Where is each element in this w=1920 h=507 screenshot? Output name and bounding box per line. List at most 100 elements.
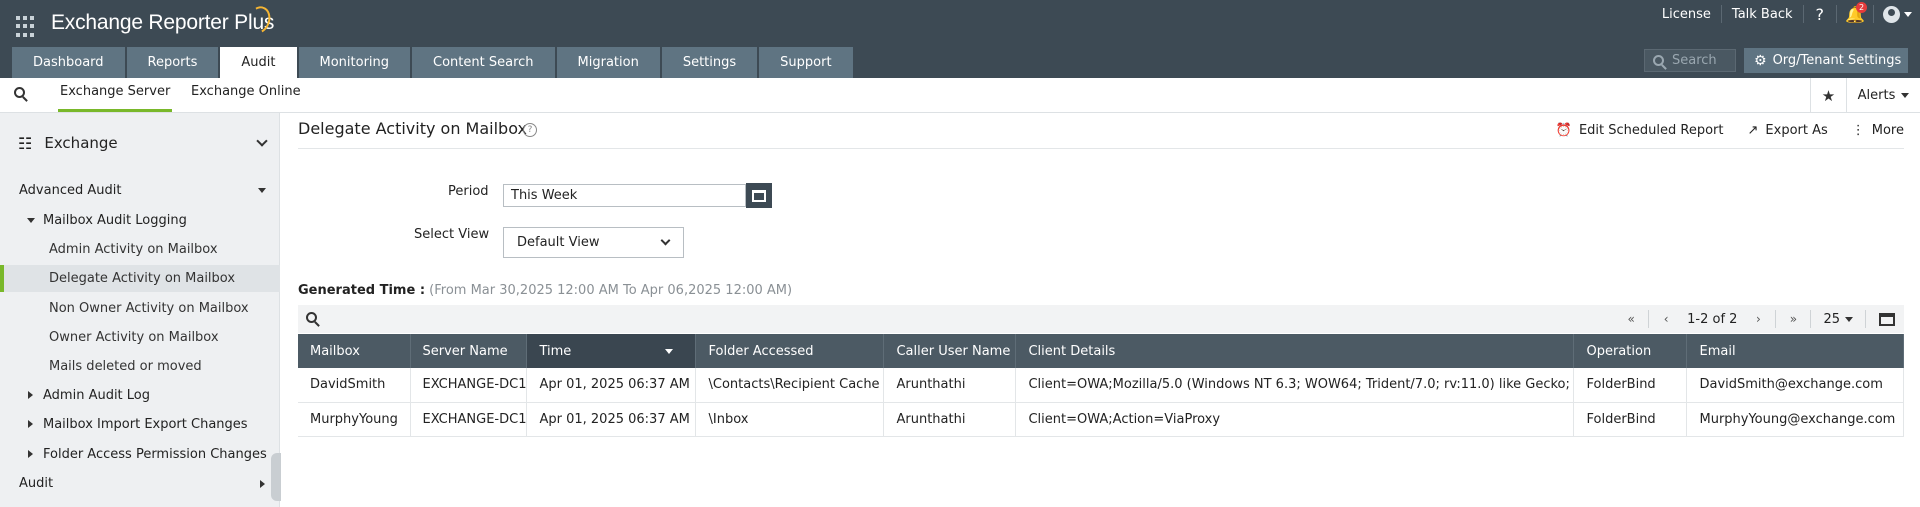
column-chooser-icon[interactable] (1870, 312, 1904, 326)
caret-right-icon (260, 480, 265, 488)
org-tenant-settings-button[interactable]: ⚙ Org/Tenant Settings (1744, 48, 1908, 73)
calendar-button[interactable] (746, 183, 772, 208)
col-caller-user-name[interactable]: Caller User Name (883, 334, 1017, 368)
cell-client-details: Client=OWA;Mozilla/5.0 (Windows NT 6.3; … (1015, 368, 1575, 403)
sidebar-item-label: Mailbox Audit Logging (43, 213, 187, 228)
caret-right-icon (28, 420, 33, 428)
subtab-exchange-server[interactable]: Exchange Server (58, 78, 173, 112)
pagination: « ‹ 1-2 of 2 › » 25 (1618, 305, 1904, 333)
prev-page-icon[interactable]: ‹ (1653, 309, 1679, 329)
favorite-star-icon[interactable]: ★ (1810, 78, 1846, 113)
chevron-down-icon (1903, 11, 1912, 17)
report-actions: ⏰ Edit Scheduled Report ↗ Export As ⋮ Mo… (1556, 113, 1904, 147)
table-search-icon[interactable] (306, 312, 317, 323)
sidebar-collapse-handle[interactable] (271, 453, 281, 501)
tab-reports[interactable]: Reports (126, 47, 219, 78)
sidebar-category-exchange[interactable]: ☷ Exchange (0, 128, 280, 158)
next-page-icon[interactable]: › (1745, 309, 1771, 329)
caret-right-icon (28, 391, 33, 399)
sidebar-item-label: Advanced Audit (19, 183, 122, 198)
col-client-details[interactable]: Client Details (1015, 334, 1575, 368)
subtab-exchange-online[interactable]: Exchange Online (191, 78, 301, 112)
org-tenant-settings-label: Org/Tenant Settings (1772, 53, 1902, 68)
edit-scheduled-report-button[interactable]: ⏰ Edit Scheduled Report (1556, 123, 1724, 138)
sidebar-item-owner-activity[interactable]: Owner Activity on Mailbox (0, 324, 280, 351)
page-info: 1-2 of 2 (1687, 311, 1738, 327)
period-input[interactable]: This Week (503, 184, 746, 207)
sidebar-item-admin-activity[interactable]: Admin Activity on Mailbox (0, 236, 280, 263)
alerts-label: Alerts (1857, 88, 1896, 103)
alerts-menu[interactable]: Alerts (1846, 78, 1920, 113)
cell-email: MurphyYoung@exchange.com (1686, 402, 1904, 437)
tab-dashboard[interactable]: Dashboard (12, 47, 125, 78)
help-icon[interactable]: ? (1804, 5, 1837, 24)
last-page-icon[interactable]: » (1780, 309, 1806, 329)
col-folder-accessed[interactable]: Folder Accessed (695, 334, 885, 368)
cell-caller-user-name: Arunthathi (883, 368, 1017, 403)
cell-client-details: Client=OWA;Action=ViaProxy (1015, 402, 1575, 437)
filter-search-icon[interactable] (14, 87, 25, 98)
sidebar-item-audit[interactable]: Audit (0, 470, 280, 497)
col-operation[interactable]: Operation (1573, 334, 1688, 368)
tab-settings[interactable]: Settings (661, 47, 758, 78)
col-server-name[interactable]: Server Name (410, 334, 528, 368)
user-menu[interactable] (1874, 5, 1920, 23)
chevron-down-icon (1901, 93, 1910, 98)
tab-content-search[interactable]: Content Search (412, 47, 555, 78)
generated-time-label: Generated Time : (298, 283, 426, 298)
table-row[interactable]: MurphyYoung EXCHANGE-DC1 Apr 01, 2025 06… (298, 402, 1904, 437)
chevron-down-icon (256, 135, 268, 147)
user-avatar-icon (1882, 5, 1900, 23)
col-mailbox[interactable]: Mailbox (298, 334, 411, 368)
sidebar-item-mails-deleted[interactable]: Mails deleted or moved (0, 353, 280, 380)
select-view-value: Default View (517, 235, 600, 250)
cell-time: Apr 01, 2025 06:37 AM (526, 368, 697, 403)
first-page-icon[interactable]: « (1618, 309, 1644, 329)
col-email[interactable]: Email (1686, 334, 1904, 368)
generated-time-range: (From Mar 30,2025 12:00 AM To Apr 06,202… (429, 283, 793, 298)
sidebar-item-label: Admin Audit Log (43, 388, 151, 403)
page-title: Delegate Activity on Mailbox (298, 119, 527, 138)
sidebar-item-non-owner-activity[interactable]: Non Owner Activity on Mailbox (0, 295, 280, 322)
tab-monitoring[interactable]: Monitoring (298, 47, 411, 78)
select-view-label: Select View (414, 227, 490, 242)
sidebar-item-mailbox-audit-logging[interactable]: Mailbox Audit Logging (0, 207, 280, 234)
help-icon[interactable]: ? (523, 123, 537, 137)
caret-right-icon (28, 450, 33, 458)
cell-mailbox: DavidSmith (298, 368, 411, 403)
sidebar-item-admin-audit-log[interactable]: Admin Audit Log (0, 382, 280, 409)
report-table: Mailbox Server Name Time Folder Accessed… (298, 334, 1904, 437)
table-header-row: Mailbox Server Name Time Folder Accessed… (298, 334, 1904, 368)
table-row[interactable]: DavidSmith EXCHANGE-DC1 Apr 01, 2025 06:… (298, 368, 1904, 403)
sidebar-item-folder-access-permission[interactable]: Folder Access Permission Changes (0, 441, 280, 468)
notification-bell-icon[interactable]: 🔔 2 (1837, 1, 1873, 24)
generated-time: Generated Time : (From Mar 30,2025 12:00… (298, 283, 792, 298)
page-size-value: 25 (1823, 311, 1840, 327)
export-as-button[interactable]: ↗ Export As (1748, 123, 1828, 138)
edit-scheduled-report-label: Edit Scheduled Report (1578, 122, 1724, 138)
tab-support[interactable]: Support (759, 47, 853, 78)
app-grid-icon[interactable] (16, 16, 38, 38)
search-icon (1653, 55, 1664, 66)
cell-folder-accessed: \Inbox (695, 402, 885, 437)
sidebar-item-delegate-activity[interactable]: Delegate Activity on Mailbox (0, 265, 280, 292)
tab-migration[interactable]: Migration (556, 47, 660, 78)
more-button[interactable]: ⋮ More (1852, 123, 1904, 138)
page-size-select[interactable]: 25 (1815, 312, 1861, 327)
select-view-dropdown[interactable]: Default View (503, 227, 684, 258)
sidebar-item-mailbox-import-export[interactable]: Mailbox Import Export Changes (0, 411, 280, 438)
cell-server-name: EXCHANGE-DC1 (410, 368, 528, 403)
talk-back-link[interactable]: Talk Back (1722, 7, 1803, 22)
sub-navigation: Exchange Server Exchange Online ★ Alerts (0, 78, 1920, 113)
divider (1865, 310, 1866, 328)
top-links: License Talk Back ? 🔔 2 (1652, 0, 1920, 28)
tab-audit[interactable]: Audit (220, 47, 297, 78)
global-search-input[interactable]: Search (1644, 49, 1736, 72)
cell-server-name: EXCHANGE-DC1 (410, 402, 528, 437)
license-link[interactable]: License (1652, 7, 1721, 22)
sidebar-item-advanced-audit[interactable]: Advanced Audit (0, 177, 280, 204)
col-time[interactable]: Time (526, 334, 697, 368)
col-time-label: Time (539, 343, 572, 359)
caret-down-icon (27, 218, 35, 223)
sort-desc-icon (665, 349, 674, 354)
